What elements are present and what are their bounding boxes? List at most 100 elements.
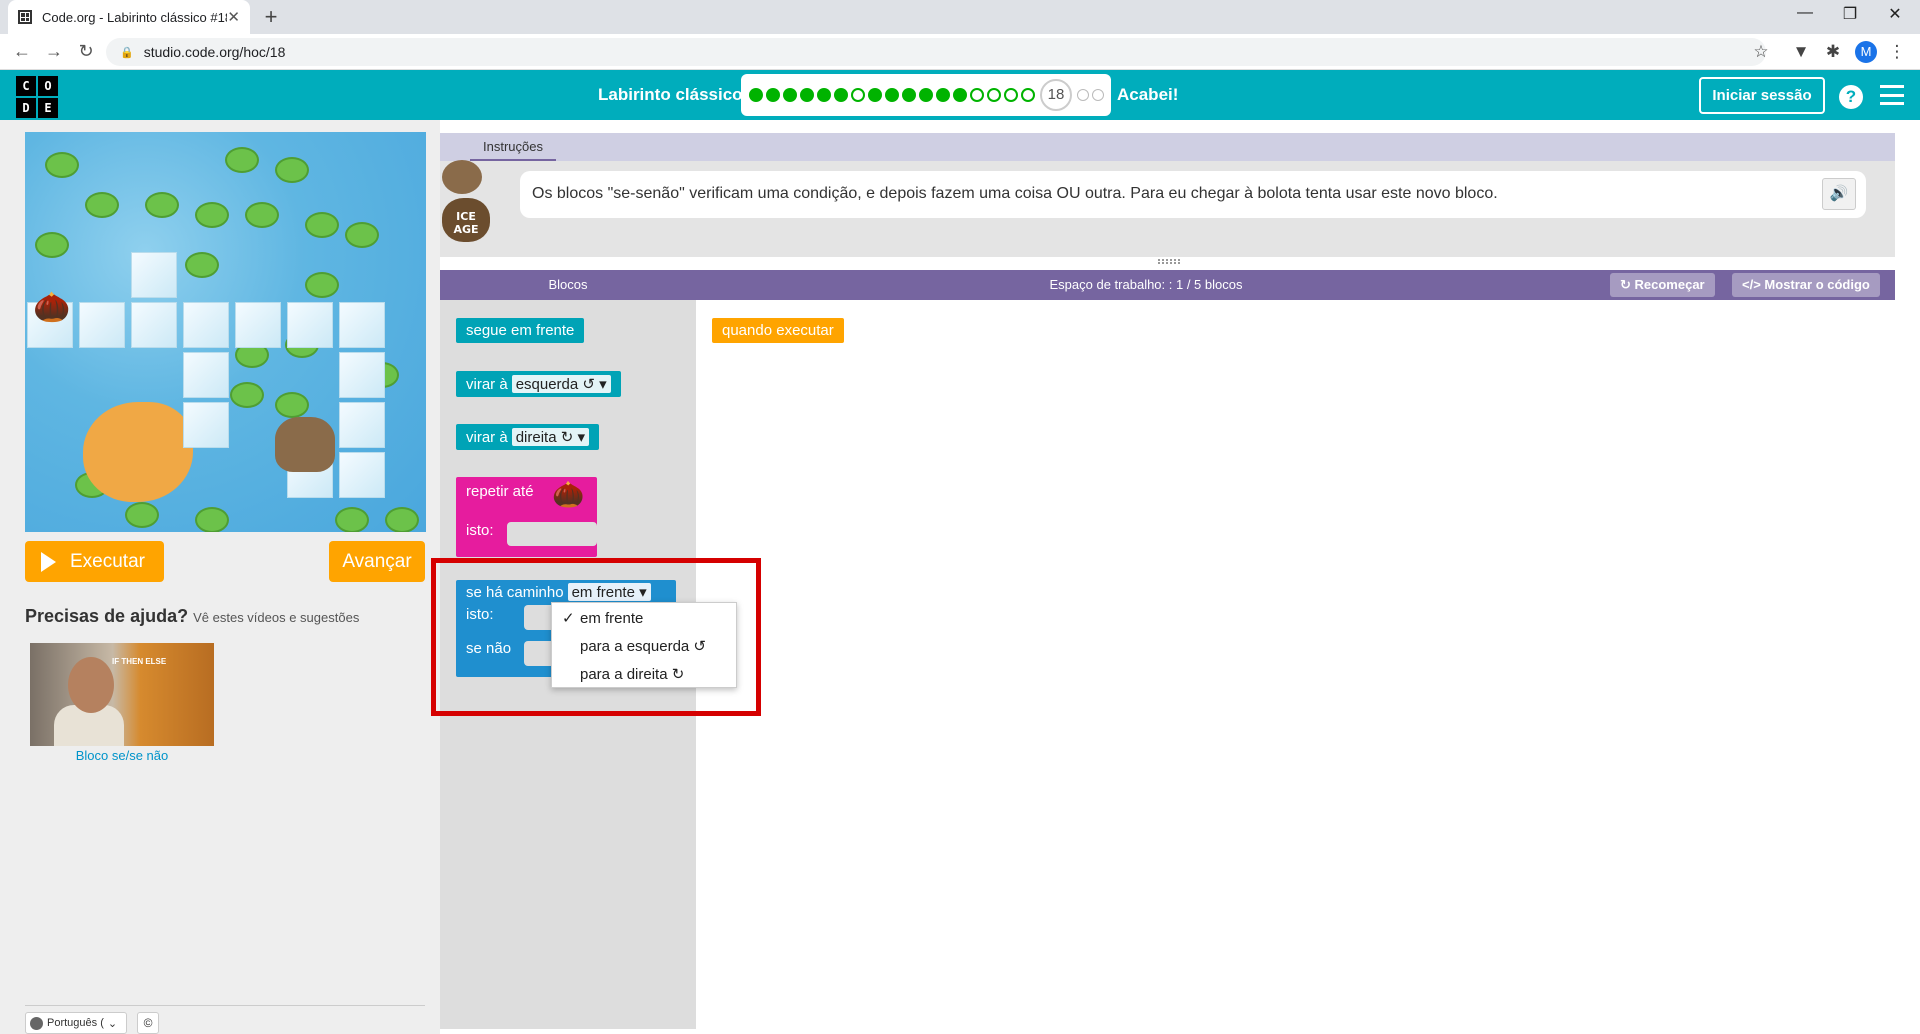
progress-dot[interactable] [868,88,882,102]
extension-icon[interactable]: ▼ [1790,42,1812,62]
ice-tile [79,302,125,348]
codeorg-logo[interactable]: C O D E [16,76,58,118]
progress-dot[interactable] [936,88,950,102]
progress-dot[interactable] [851,88,865,102]
current-level-badge[interactable]: 18 [1040,79,1072,111]
workspace-title: Espaço de trabalho: : 1 / 5 blocos [1049,277,1243,292]
block-label: virar à [466,376,508,393]
lily-pad [125,502,159,528]
footer-divider [25,1005,425,1006]
close-tab-icon[interactable]: ✕ [227,8,240,26]
read-aloud-icon[interactable]: 🔊 [1822,178,1856,210]
progress-dot[interactable] [1092,89,1104,101]
show-code-label: Mostrar o código [1764,277,1870,292]
ice-tile [131,252,177,298]
logo-letter: D [16,98,36,118]
step-button[interactable]: Avançar [329,541,425,582]
scrat-character [275,417,335,472]
dropdown-option[interactable]: para a direita ↻ [552,663,736,691]
lily-pad [35,232,69,258]
help-heading: Precisas de ajuda? Vê estes vídeos e sug… [25,606,359,627]
option-label: para a direita ↻ [580,666,685,683]
island-image [83,402,193,502]
url-input[interactable]: 🔒 studio.code.org/hoc/18 [106,38,1766,66]
instructions-text: Os blocos "se-senão" verificam uma condi… [520,171,1866,218]
dropdown-option[interactable]: para a esquerda ↺ [552,635,736,663]
ice-tile [183,302,229,348]
browser-menu-icon[interactable]: ⋮ [1886,42,1908,62]
lily-pad [385,507,419,532]
character-avatar: ICE AGE [442,160,492,246]
lily-pad [245,202,279,228]
back-icon[interactable]: ← [10,41,34,62]
help-icon[interactable]: ? [1839,85,1863,109]
turn-left-block[interactable]: virar à esquerda ↺ ▾ [456,371,621,397]
progress-dot[interactable] [766,88,780,102]
minimize-icon[interactable]: — [1785,4,1825,22]
codeorg-favicon-icon [18,10,32,24]
lily-pad [305,272,339,298]
hamburger-menu-icon[interactable] [1880,85,1904,105]
video-caption: IF THEN ELSE [112,657,167,666]
lily-pad [275,392,309,418]
help-video-thumbnail[interactable]: IF THEN ELSE [30,643,214,746]
logo-letter: C [16,76,36,96]
progress-dot[interactable] [953,88,967,102]
progress-dot[interactable] [783,88,797,102]
progress-dot[interactable] [1077,89,1089,101]
tab-instructions[interactable]: Instruções [470,133,556,161]
resize-handle[interactable] [1158,259,1180,264]
turn-right-dropdown[interactable]: direita ↻ ▾ [511,428,589,446]
lily-pad [225,147,259,173]
ice-tile [131,302,177,348]
when-run-block[interactable]: quando executar [712,318,844,343]
done-link[interactable]: Acabei! [1117,85,1178,105]
progress-dot[interactable] [970,88,984,102]
video-link[interactable]: Bloco se/se não [30,748,214,763]
ice-tile [183,352,229,398]
puzzle-icon[interactable]: ✱ [1822,42,1844,62]
signin-button[interactable]: Iniciar sessão [1699,77,1825,114]
progress-dot[interactable] [885,88,899,102]
progress-dot[interactable] [1021,88,1035,102]
progress-dot[interactable] [987,88,1001,102]
turn-right-block[interactable]: virar à direita ↻ ▾ [456,424,599,450]
profile-avatar[interactable]: M [1855,41,1877,63]
ice-tile [339,352,385,398]
path-dropdown-menu[interactable]: ✓ em frente para a esquerda ↺ para a dire… [551,602,737,688]
dropdown-option[interactable]: ✓ em frente [552,607,736,635]
progress-dot[interactable] [902,88,916,102]
progress-dot[interactable] [817,88,831,102]
reload-icon[interactable]: ↻ [74,41,98,62]
show-code-button[interactable]: </> Mostrar o código [1732,273,1880,297]
new-tab-button[interactable]: + [258,4,284,30]
block-label: segue em frente [466,322,575,339]
lily-pad [305,212,339,238]
progress-dot[interactable] [834,88,848,102]
bookmark-star-icon[interactable]: ☆ [1750,42,1772,62]
progress-dot[interactable] [919,88,933,102]
language-select[interactable]: Português ( ⌄ [25,1012,127,1034]
help-subtitle: Vê estes vídeos e sugestões [193,610,360,625]
progress-dot[interactable] [800,88,814,102]
restore-icon[interactable]: ❐ [1830,4,1870,24]
ice-tile [339,452,385,498]
progress-dot[interactable] [749,88,763,102]
close-window-icon[interactable]: ✕ [1875,4,1915,24]
restart-label: Recomeçar [1634,277,1705,292]
run-button[interactable]: Executar [25,541,164,582]
move-forward-block[interactable]: segue em frente [456,318,585,343]
globe-icon [30,1016,43,1030]
copyright-button[interactable]: © [137,1012,159,1034]
logo-letter: E [38,98,58,118]
instructions-tab-bar [440,133,1895,161]
browser-tab[interactable]: Code.org - Labirinto clássico #18 ✕ [8,0,250,34]
acorn-icon: 🌰 [552,479,585,509]
blocks-header: Blocos [548,277,588,292]
forward-icon[interactable]: → [42,41,66,62]
turn-left-dropdown[interactable]: esquerda ↺ ▾ [511,375,611,393]
workspace-canvas[interactable] [696,300,1895,1029]
progress-dot[interactable] [1004,88,1018,102]
restart-button[interactable]: ↻ Recomeçar [1610,273,1715,297]
ice-tile [235,302,281,348]
